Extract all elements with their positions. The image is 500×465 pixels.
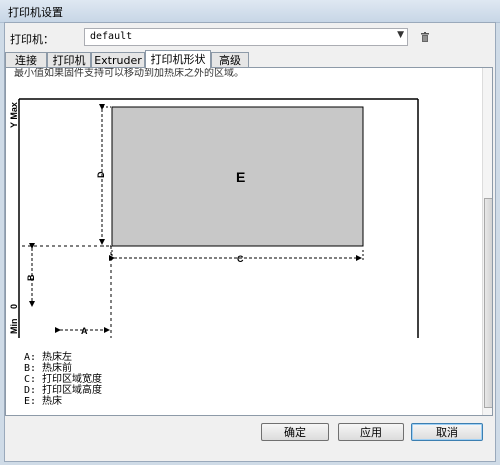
tab-printer-shape[interactable]: 打印机形状 xyxy=(145,50,211,68)
label-min: Min xyxy=(9,319,19,335)
bed-diagram: E D C B A Y Max 0 Min xyxy=(9,98,419,338)
scrollbar-thumb[interactable] xyxy=(484,198,492,408)
label-b: B xyxy=(26,274,36,281)
tab-extruder[interactable]: Extruder xyxy=(91,52,145,67)
cancel-button[interactable]: 取消 xyxy=(411,423,483,441)
title-bar: 打印机设置 xyxy=(0,0,500,23)
tab-advanced[interactable]: 高级 xyxy=(211,52,249,67)
label-y-max: Y Max xyxy=(9,102,19,128)
printer-select-value: default xyxy=(90,31,133,42)
tab-content: 最小值如果固件支持可以移动到加热床之外的区域。 E D C B A Y Max … xyxy=(5,67,493,416)
printer-select[interactable]: default ▼ xyxy=(84,28,408,46)
window-title: 打印机设置 xyxy=(8,6,63,19)
printer-row: 打印机： default ▼ xyxy=(10,28,490,46)
label-a: A xyxy=(81,326,88,336)
label-e: E xyxy=(236,169,245,185)
tab-connection[interactable]: 连接 xyxy=(5,52,47,67)
label-zero: 0 xyxy=(9,304,19,309)
vertical-scrollbar[interactable] xyxy=(482,68,492,415)
legend-e: E: 热床 xyxy=(24,396,63,407)
label-d: D xyxy=(96,171,106,178)
chevron-down-icon: ▼ xyxy=(397,30,404,40)
tab-printer[interactable]: 打印机 xyxy=(47,52,91,67)
trash-icon[interactable] xyxy=(420,32,430,42)
label-c: C xyxy=(237,254,244,264)
printer-label: 打印机： xyxy=(10,33,54,46)
ok-button[interactable]: 确定 xyxy=(261,423,329,441)
apply-button[interactable]: 应用 xyxy=(338,423,404,441)
